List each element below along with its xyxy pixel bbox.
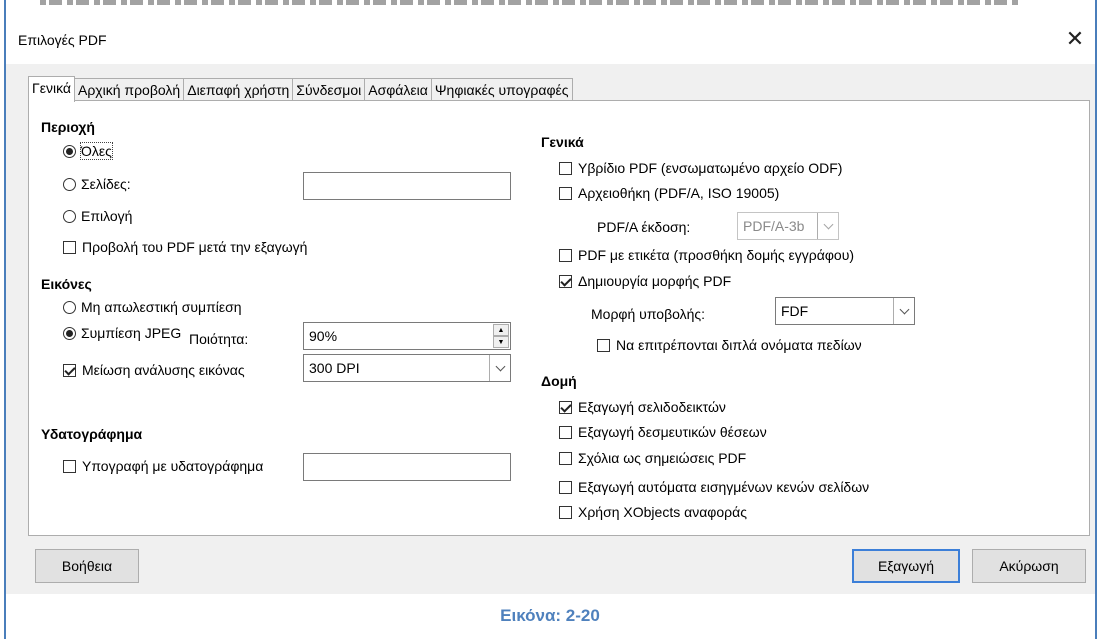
watermark-label: Υπογραφή με υδατογράφημα: [82, 458, 264, 474]
checkbox-box: [597, 338, 610, 352]
watermark-checkbox[interactable]: Υπογραφή με υδατογράφημα: [63, 458, 263, 474]
radio-indicator: [63, 209, 76, 223]
radio-jpeg-label: Συμπίεση JPEG: [81, 325, 182, 341]
checkbox-box: [63, 363, 76, 377]
view-after-export-label: Προβολή του PDF μετά την εξαγωγή: [82, 239, 308, 255]
chevron-down-icon[interactable]: [489, 355, 510, 381]
quality-value: 90%: [309, 328, 338, 344]
background-document-text: [0, 0, 1100, 14]
dialog-titlebar: Επιλογές PDF ✕: [6, 14, 1095, 64]
chevron-down-icon[interactable]: [817, 213, 838, 239]
help-button[interactable]: Βοήθεια: [35, 549, 139, 583]
radio-selection[interactable]: Επιλογή: [63, 208, 132, 224]
tab-user-interface[interactable]: Διεπαφή χρήστη: [183, 78, 294, 101]
checkbox-box: [559, 186, 572, 200]
pdfa-version-select[interactable]: PDF/A-3b: [737, 212, 839, 240]
tab-bar: Γενικά Αρχική προβολή Διεπαφή χρήστη Σύν…: [28, 76, 573, 102]
spin-down-icon[interactable]: ▼: [493, 336, 509, 348]
duplicate-names-checkbox[interactable]: Να επιτρέπονται διπλά ονόματα πεδίων: [597, 337, 862, 353]
tab-initial-view[interactable]: Αρχική προβολή: [74, 78, 185, 101]
radio-lossless[interactable]: Μη απωλεστική συμπίεση: [63, 299, 242, 315]
reduce-resolution-label: Μείωση ανάλυσης εικόνας: [82, 362, 245, 378]
structure-section-title: Δομή: [541, 373, 577, 389]
checkbox-box: [63, 459, 76, 473]
create-form-label: Δημιουργία μορφής PDF: [578, 273, 732, 289]
tagged-pdf-checkbox[interactable]: PDF με ετικέτα (προσθήκη δομής εγγράφου): [559, 247, 854, 263]
watermark-text-input[interactable]: [303, 453, 511, 481]
submit-format-label: Μορφή υποβολής:: [591, 306, 706, 322]
reduce-resolution-checkbox[interactable]: Μείωση ανάλυσης εικόνας: [63, 362, 245, 378]
radio-all-pages[interactable]: Όλες: [63, 142, 113, 160]
submit-format-value: FDF: [781, 303, 809, 319]
range-section-title: Περιοχή: [41, 119, 95, 135]
tab-digital-signatures[interactable]: Ψηφιακές υπογραφές: [430, 78, 573, 101]
checkbox-box: [63, 240, 76, 254]
quality-spinbox[interactable]: 90% ▲ ▼: [303, 322, 511, 350]
hybrid-pdf-checkbox[interactable]: Υβρίδιο PDF (ενσωματωμένο αρχείο ODF): [559, 160, 842, 176]
duplicate-names-label: Να επιτρέπονται διπλά ονόματα πεδίων: [616, 337, 862, 353]
tab-general[interactable]: Γενικά: [28, 76, 75, 102]
radio-indicator: [63, 144, 76, 158]
radio-selection-label: Επιλογή: [81, 208, 133, 224]
radio-jpeg[interactable]: Συμπίεση JPEG: [63, 325, 181, 341]
export-bookmarks-label: Εξαγωγή σελιδοδεικτών: [578, 399, 726, 415]
export-button[interactable]: Εξαγωγή: [852, 549, 960, 583]
checkbox-box: [559, 248, 572, 262]
quality-spin-buttons[interactable]: ▲ ▼: [493, 324, 509, 348]
resolution-value: 300 DPI: [309, 360, 360, 376]
pdfa-version-value: PDF/A-3b: [743, 218, 805, 234]
blank-pages-label: Εξαγωγή αυτόματα εισηγμένων κενών σελίδω…: [578, 479, 870, 495]
archive-pdfa-checkbox[interactable]: Αρχειοθήκη (PDF/A, ISO 19005): [559, 185, 779, 201]
page-frame-right: [1095, 0, 1097, 639]
tagged-pdf-label: PDF με ετικέτα (προσθήκη δομής εγγράφου): [578, 247, 855, 263]
resolution-select[interactable]: 300 DPI: [303, 354, 511, 382]
tab-links[interactable]: Σύνδεσμοι: [292, 78, 366, 101]
blank-pages-checkbox[interactable]: Εξαγωγή αυτόματα εισηγμένων κενών σελίδω…: [559, 479, 869, 495]
comments-checkbox[interactable]: Σχόλια ως σημειώσεις PDF: [559, 450, 746, 466]
general-section-title: Γενικά: [541, 134, 584, 150]
chevron-down-icon[interactable]: [893, 298, 914, 324]
radio-lossless-label: Μη απωλεστική συμπίεση: [81, 299, 242, 315]
export-bookmarks-checkbox[interactable]: Εξαγωγή σελιδοδεικτών: [559, 399, 726, 415]
figure-caption: Εικόνα: 2-20: [500, 606, 600, 625]
cancel-button[interactable]: Ακύρωση: [972, 549, 1086, 583]
watermark-section-title: Υδατογράφημα: [41, 426, 143, 442]
xobjects-checkbox[interactable]: Χρήση XObjects αναφοράς: [559, 504, 747, 520]
checkbox-box: [559, 451, 572, 465]
radio-indicator: [63, 326, 76, 340]
spin-up-icon[interactable]: ▲: [493, 324, 509, 336]
export-placeholders-checkbox[interactable]: Εξαγωγή δεσμευτικών θέσεων: [559, 424, 767, 440]
quality-label: Ποιότητα:: [189, 331, 249, 347]
pdfa-version-label: PDF/A έκδοση:: [597, 219, 691, 235]
radio-all-label: Όλες: [80, 142, 113, 160]
checkbox-box: [559, 400, 572, 414]
close-icon[interactable]: ✕: [1058, 22, 1092, 56]
tab-security[interactable]: Ασφάλεια: [364, 78, 432, 101]
export-placeholders-label: Εξαγωγή δεσμευτικών θέσεων: [578, 424, 767, 440]
submit-format-select[interactable]: FDF: [775, 297, 915, 325]
pages-input[interactable]: [303, 172, 511, 200]
hybrid-pdf-label: Υβρίδιο PDF (ενσωματωμένο αρχείο ODF): [578, 160, 843, 176]
tab-panel-general: Περιοχή Όλες Σελίδες: Επιλογή Προβολή το…: [28, 100, 1090, 536]
radio-indicator: [63, 300, 76, 314]
checkbox-box: [559, 161, 572, 175]
radio-indicator: [63, 177, 76, 191]
checkbox-box: [559, 505, 572, 519]
view-after-export-checkbox[interactable]: Προβολή του PDF μετά την εξαγωγή: [63, 239, 307, 255]
radio-pages[interactable]: Σελίδες:: [63, 176, 131, 192]
pdf-options-dialog: Επιλογές PDF ✕ Γενικά Αρχική προβολή Διε…: [6, 14, 1095, 594]
images-section-title: Εικόνες: [41, 276, 92, 292]
comments-label: Σχόλια ως σημειώσεις PDF: [578, 450, 747, 466]
xobjects-label: Χρήση XObjects αναφοράς: [578, 504, 747, 520]
radio-pages-label: Σελίδες:: [81, 176, 131, 192]
checkbox-box: [559, 480, 572, 494]
create-form-checkbox[interactable]: Δημιουργία μορφής PDF: [559, 273, 731, 289]
checkbox-box: [559, 274, 572, 288]
dialog-title: Επιλογές PDF: [18, 32, 107, 48]
checkbox-box: [559, 425, 572, 439]
archive-pdfa-label: Αρχειοθήκη (PDF/A, ISO 19005): [578, 185, 780, 201]
